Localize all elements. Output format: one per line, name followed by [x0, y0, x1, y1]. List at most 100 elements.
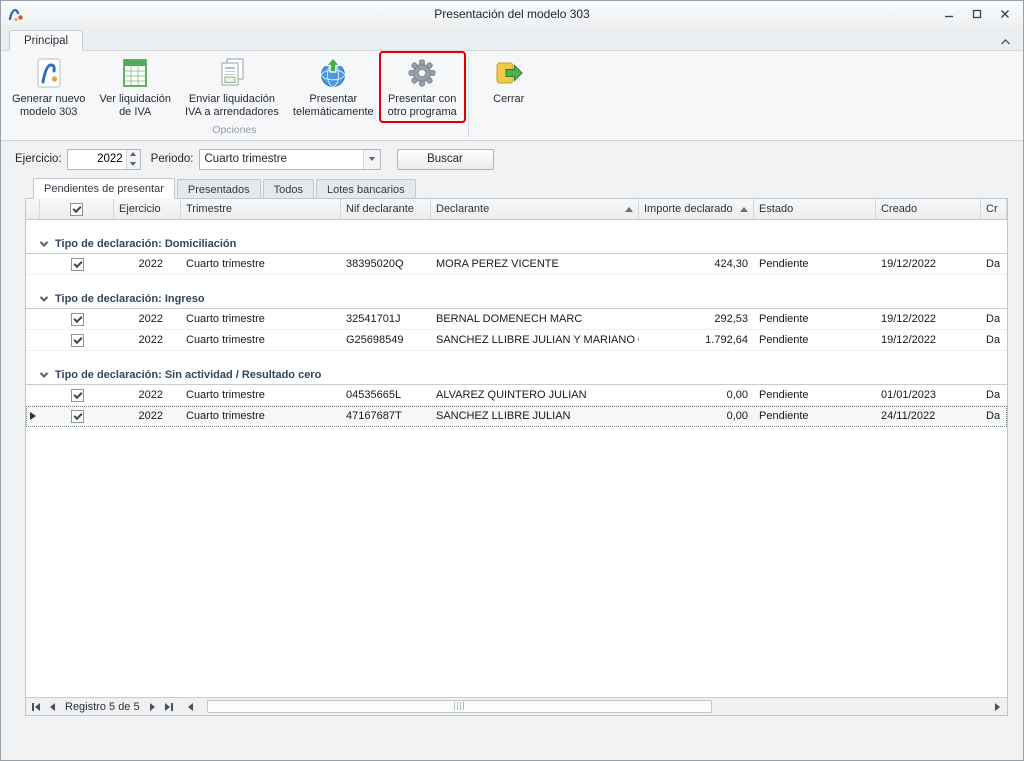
column-header-trimestre[interactable]: Trimestre [181, 199, 341, 219]
ribbon-group-opciones: Generar nuevo modelo 303 Ver liquidación [5, 53, 464, 140]
column-header-creado-por[interactable]: Cr [981, 199, 1007, 219]
periodo-dropdown[interactable]: Cuarto trimestre [199, 149, 381, 170]
maximize-button[interactable] [965, 5, 989, 23]
cell-trimestre: Cuarto trimestre [181, 309, 341, 329]
button-label: modelo 303 [20, 106, 78, 119]
cell-nif: 47167687T [341, 406, 431, 426]
cell-ejercicio: 2022 [114, 309, 181, 329]
generar-nuevo-modelo-button[interactable]: Generar nuevo modelo 303 [5, 53, 92, 121]
first-record-button[interactable] [28, 699, 44, 715]
table-row-selected[interactable]: 2022 Cuarto trimestre 47167687T SANCHEZ … [26, 406, 1007, 427]
table-row[interactable]: 2022 Cuarto trimestre 38395020Q MORA PER… [26, 254, 1007, 275]
scrollbar-thumb[interactable] [207, 700, 713, 713]
collapse-group-icon[interactable] [40, 293, 48, 301]
column-header-creado[interactable]: Creado [876, 199, 981, 219]
arrow-left-icon [188, 703, 193, 711]
group-header-domiciliacion[interactable]: Tipo de declaración: Domiciliación [26, 235, 1007, 254]
column-label: Importe declarado [644, 203, 733, 215]
previous-record-button[interactable] [44, 699, 60, 715]
row-indicator [26, 309, 40, 329]
tab-lotes-bancarios[interactable]: Lotes bancarios [316, 179, 416, 199]
column-header-estado[interactable]: Estado [754, 199, 876, 219]
ribbon-separator [468, 56, 469, 137]
ejercicio-input[interactable] [68, 150, 126, 169]
row-checkbox[interactable] [71, 313, 84, 326]
row-checkbox[interactable] [71, 410, 84, 423]
presentar-telematicamente-button[interactable]: Presentar telemáticamente [286, 53, 381, 121]
minimize-icon [944, 9, 954, 19]
column-header-declarante[interactable]: Declarante [431, 199, 639, 219]
select-all-checkbox[interactable] [70, 203, 83, 216]
row-checkbox[interactable] [71, 258, 84, 271]
button-label: Generar nuevo [12, 93, 85, 106]
cerrar-button[interactable]: Cerrar [473, 53, 545, 121]
column-header-nif-declarante[interactable]: Nif declarante [341, 199, 431, 219]
dropdown-button[interactable] [363, 150, 380, 169]
main-content: Pendientes de presentar Presentados Todo… [25, 177, 1008, 760]
current-row-arrow-icon [30, 412, 36, 420]
tab-todos[interactable]: Todos [263, 179, 314, 199]
cell-trimestre: Cuarto trimestre [181, 330, 341, 350]
close-button[interactable] [993, 5, 1017, 23]
arrow-down-icon [130, 162, 136, 166]
horizontal-scrollbar[interactable] [183, 699, 1005, 715]
spinner-down-button[interactable] [127, 159, 140, 169]
spinner-up-button[interactable] [127, 150, 140, 160]
arrow-up-icon [130, 152, 136, 156]
row-checkbox[interactable] [71, 334, 84, 347]
ver-liquidacion-iva-button[interactable]: Ver liquidación de IVA [92, 53, 178, 121]
ejercicio-spinner[interactable] [67, 149, 141, 170]
column-label: Declarante [436, 203, 489, 215]
declarations-table: Ejercicio Trimestre Nif declarante Decla… [25, 198, 1008, 716]
table-row[interactable]: 2022 Cuarto trimestre G25698549 SANCHEZ … [26, 330, 1007, 351]
column-header-importe-declarado[interactable]: Importe declarado [639, 199, 754, 219]
row-indicator [26, 406, 40, 426]
button-label: IVA a arrendadores [185, 106, 279, 119]
row-checkbox[interactable] [71, 389, 84, 402]
table-row[interactable]: 2022 Cuarto trimestre 32541701J BERNAL D… [26, 309, 1007, 330]
presentar-otro-programa-button[interactable]: Presentar con otro programa [381, 53, 464, 121]
row-indicator [26, 330, 40, 350]
app-window: Presentación del modelo 303 Principal [0, 0, 1024, 761]
last-record-button[interactable] [161, 699, 177, 715]
ribbon-tab-principal[interactable]: Principal [9, 30, 83, 51]
tab-presentados[interactable]: Presentados [177, 179, 261, 199]
next-record-button[interactable] [145, 699, 161, 715]
ribbon-collapse-button[interactable] [1000, 33, 1011, 51]
filter-bar: Ejercicio: Periodo: Cuarto trimestre Bus… [1, 141, 1023, 177]
arrow-right-icon [150, 703, 155, 711]
scroll-right-button[interactable] [989, 699, 1005, 715]
group-header-ingreso[interactable]: Tipo de declaración: Ingreso [26, 290, 1007, 309]
header-indicator [26, 199, 40, 219]
ribbon-group-cerrar: Cerrar [473, 53, 545, 140]
table-row[interactable]: 2022 Cuarto trimestre 04535665L ALVAREZ … [26, 385, 1007, 406]
tab-pendientes-de-presentar[interactable]: Pendientes de presentar [33, 178, 175, 199]
cell-trimestre: Cuarto trimestre [181, 254, 341, 274]
group-header-sin-actividad[interactable]: Tipo de declaración: Sin actividad / Res… [26, 366, 1007, 385]
enviar-liquidacion-button[interactable]: Enviar liquidación IVA a arrendadores [178, 53, 286, 121]
cell-creado-por: Da [981, 309, 1007, 329]
minimize-button[interactable] [937, 5, 961, 23]
cell-importe: 0,00 [639, 406, 754, 426]
collapse-group-icon[interactable] [40, 369, 48, 377]
cell-creado: 19/12/2022 [876, 309, 981, 329]
header-select-all[interactable] [40, 199, 114, 219]
collapse-group-icon[interactable] [40, 238, 48, 246]
titlebar: Presentación del modelo 303 [1, 1, 1023, 27]
scroll-left-button[interactable] [183, 699, 199, 715]
cell-nif: 32541701J [341, 309, 431, 329]
scrollbar-track[interactable] [199, 699, 989, 715]
arrow-right-icon [165, 703, 170, 711]
periodo-value: Cuarto trimestre [200, 153, 363, 165]
bar-icon [32, 703, 34, 711]
grip-icon [454, 702, 465, 710]
group-label: Tipo de declaración: Sin actividad / Res… [55, 369, 321, 381]
column-label: Estado [759, 203, 793, 215]
column-header-ejercicio[interactable]: Ejercicio [114, 199, 181, 219]
buscar-button[interactable]: Buscar [397, 149, 494, 170]
globe-upload-icon [317, 57, 349, 89]
cell-estado: Pendiente [754, 385, 876, 405]
cell-ejercicio: 2022 [114, 406, 181, 426]
close-icon [1000, 9, 1010, 19]
table-body: Tipo de declaración: Domiciliación 2022 … [26, 220, 1007, 697]
